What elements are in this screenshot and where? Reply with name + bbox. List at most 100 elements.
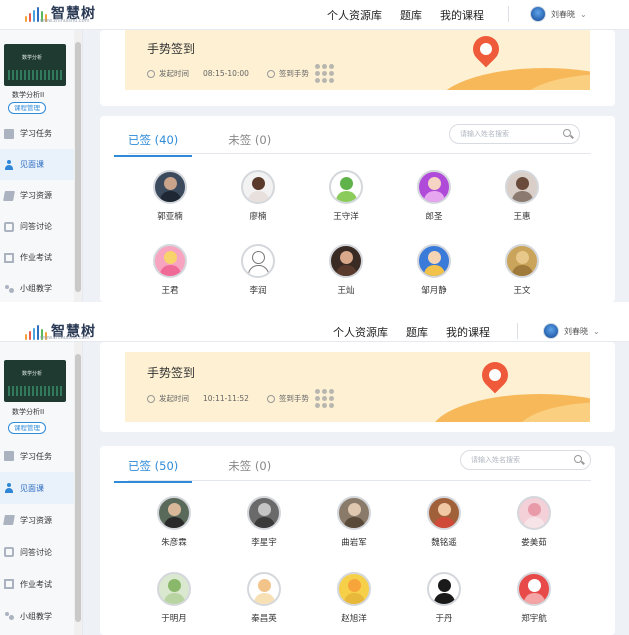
nav-question-bank[interactable]: 题库 <box>400 7 422 23</box>
course-manage-button[interactable]: 课程管理 <box>8 102 46 114</box>
nav-question-bank[interactable]: 题库 <box>406 324 428 340</box>
person-icon <box>4 483 14 493</box>
student-avatar <box>153 170 187 204</box>
sidebar-scrollbar[interactable] <box>74 30 82 302</box>
student-name: 邹月静 <box>421 286 447 296</box>
student-avatar <box>517 496 551 530</box>
sidebar-item-live-class[interactable]: 见面课 <box>0 472 75 504</box>
nav-my-courses[interactable]: 我的课程 <box>446 324 490 340</box>
sidebar: 数学分析 数学分析II 课程管理 学习任务 见面课 学习资源 问答讨论 作业考试… <box>0 30 83 302</box>
student-card[interactable]: 于丹 <box>404 572 484 624</box>
nav-resource-library[interactable]: 个人资源库 <box>333 324 388 340</box>
student-avatar <box>153 244 187 278</box>
signin-meta: 发起时间 08:15-10:00 签到手势 <box>147 64 334 83</box>
sidebar-item-homework[interactable]: 作业考试 <box>0 568 75 600</box>
course-cover-text: 数学分析 <box>22 371 43 377</box>
student-avatar <box>517 572 551 606</box>
sidebar-item-tasks[interactable]: 学习任务 <box>0 118 75 149</box>
user-avatar <box>530 6 546 22</box>
student-card[interactable]: 郑宇航 <box>494 572 574 624</box>
tab-divider <box>128 480 591 481</box>
user-menu[interactable]: 刘春晓 ⌄ <box>543 323 600 339</box>
group-icon <box>4 284 14 294</box>
student-card[interactable]: 王文 <box>482 244 562 296</box>
student-avatar <box>337 572 371 606</box>
signin-banner: 手势签到 发起时间 08:15-10:00 签到手势 <box>125 30 590 90</box>
user-menu[interactable]: 刘春晓 ⌄ <box>530 6 587 22</box>
person-icon <box>4 159 14 170</box>
course-name: 数学分析II <box>12 408 45 416</box>
student-card[interactable]: 廖楠 <box>218 170 298 222</box>
signin-title: 手势签到 <box>147 366 196 380</box>
student-card[interactable]: 于明月 <box>134 572 214 624</box>
sidebar-item-tasks[interactable]: 学习任务 <box>0 440 75 472</box>
search-input[interactable]: 请输入姓名搜索 <box>449 124 580 144</box>
student-name: 于丹 <box>435 614 453 624</box>
student-card[interactable]: 李润 <box>218 244 298 296</box>
sidebar-item-resources[interactable]: 学习资源 <box>0 504 75 536</box>
student-card[interactable]: 李星宇 <box>224 496 304 548</box>
student-card[interactable]: 魏铭遥 <box>404 496 484 548</box>
student-card[interactable]: 王惠 <box>482 170 562 222</box>
logo-subtitle: www.zhihuishu.com <box>40 18 90 24</box>
student-card[interactable]: 王君 <box>130 244 210 296</box>
signin-card: 手势签到 发起时间 10:11-11:52 签到手势 <box>100 342 615 432</box>
sidebar: 数学分析 数学分析II 课程管理 学习任务 见面课 学习资源 问答讨论 作业考试… <box>0 342 83 635</box>
course-manage-button[interactable]: 课程管理 <box>8 422 46 434</box>
location-pin-icon <box>467 30 505 68</box>
student-card[interactable]: 王灿 <box>306 244 386 296</box>
gesture-grid-icon[interactable] <box>314 389 334 408</box>
student-avatar <box>329 244 363 278</box>
student-card[interactable]: 秦昌英 <box>224 572 304 624</box>
student-name: 于明月 <box>161 614 187 624</box>
nav-divider <box>517 323 518 339</box>
nav-my-courses[interactable]: 我的课程 <box>440 7 484 23</box>
top-nav: 个人资源库 题库 我的课程 <box>333 324 490 340</box>
chevron-down-icon: ⌄ <box>580 9 587 19</box>
student-card[interactable]: 王守洋 <box>306 170 386 222</box>
method-label: 签到手势 <box>278 69 309 78</box>
roster-card: 已签 (50) 未签 (0) 请输入姓名搜索 朱彦霖 李星宇 曲岩军 魏铭遥 娄… <box>100 446 615 635</box>
logo-subtitle: www.zhihuishu.com <box>40 335 90 341</box>
nav-resource-library[interactable]: 个人资源库 <box>327 7 382 23</box>
student-name: 魏铭遥 <box>431 538 457 548</box>
scrollbar-thumb[interactable] <box>75 42 81 292</box>
time-label: 发起时间 <box>159 69 189 78</box>
search-icon[interactable] <box>563 129 571 137</box>
student-card[interactable]: 曲岩军 <box>314 496 394 548</box>
student-card[interactable]: 郭亚楠 <box>130 170 210 222</box>
cover-pattern <box>8 70 62 80</box>
signin-title: 手势签到 <box>147 42 196 56</box>
student-name: 赵旭洋 <box>341 614 367 624</box>
student-name: 李星宇 <box>251 538 277 548</box>
sidebar-item-qa[interactable]: 问答讨论 <box>0 536 75 568</box>
search-icon[interactable] <box>574 455 582 463</box>
student-card[interactable]: 娄美茹 <box>494 496 574 548</box>
sidebar-item-homework[interactable]: 作业考试 <box>0 242 75 273</box>
student-avatar <box>247 496 281 530</box>
sidebar-item-group[interactable]: 小组教学 <box>0 600 75 632</box>
clock-icon <box>147 69 155 78</box>
top-nav: 个人资源库 题库 我的课程 <box>327 7 484 23</box>
gesture-grid-icon[interactable] <box>314 64 334 83</box>
scrollbar-thumb[interactable] <box>75 354 81 622</box>
search-input[interactable]: 请输入姓名搜索 <box>460 450 591 470</box>
top-bar: 智慧树 www.zhihuishu.com 个人资源库 题库 我的课程 刘春晓 … <box>0 0 629 30</box>
student-avatar <box>417 244 451 278</box>
sidebar-item-live-class[interactable]: 见面课 <box>0 149 75 180</box>
sidebar-scrollbar[interactable] <box>74 342 82 635</box>
student-card[interactable]: 郎圣 <box>394 170 474 222</box>
student-card[interactable]: 赵旭洋 <box>314 572 394 624</box>
course-cover[interactable]: 数学分析 <box>4 360 66 402</box>
student-card[interactable]: 朱彦霖 <box>134 496 214 548</box>
student-avatar <box>337 496 371 530</box>
folder-icon <box>3 515 15 525</box>
student-card[interactable]: 邹月静 <box>394 244 474 296</box>
gesture-icon <box>266 394 275 403</box>
sidebar-item-qa[interactable]: 问答讨论 <box>0 211 75 242</box>
signin-card: 手势签到 发起时间 08:15-10:00 签到手势 <box>100 30 615 106</box>
course-cover[interactable]: 数学分析 <box>4 44 66 86</box>
top-bar: 智慧树 www.zhihuishu.com 个人资源库 题库 我的课程 刘春晓 … <box>0 320 629 342</box>
sidebar-item-group[interactable]: 小组教学 <box>0 273 75 302</box>
sidebar-item-resources[interactable]: 学习资源 <box>0 180 75 211</box>
